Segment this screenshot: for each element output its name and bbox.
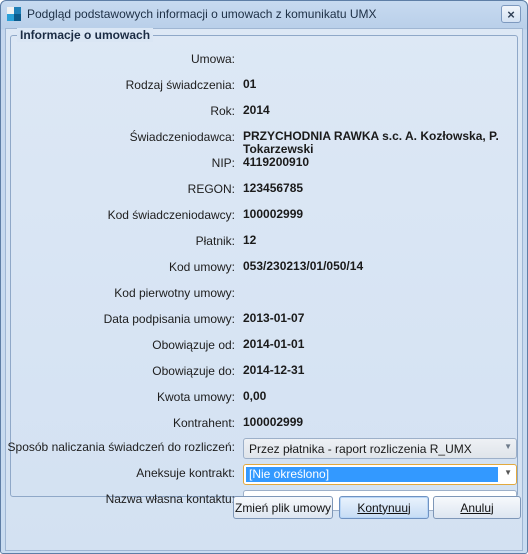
field-value: 4119200910 xyxy=(243,155,310,169)
group-title: Informacje o umowach xyxy=(17,28,154,42)
close-icon: × xyxy=(507,6,515,22)
field-label: Obowiązuje od: xyxy=(152,338,235,352)
field-value: 100002999 xyxy=(243,207,304,221)
field-row-valid-from: Obowiązuje od: 2014-01-01 xyxy=(11,336,517,356)
field-row-payer: Płatnik: 12 xyxy=(11,232,517,252)
field-value: 123456785 xyxy=(243,181,304,195)
field-value: 053/230213/01/050/14 xyxy=(243,259,364,273)
field-label: Kod świadczeniodawcy: xyxy=(107,208,235,222)
field-label: Obowiązuje do: xyxy=(152,364,235,378)
field-value: 2014-01-01 xyxy=(243,337,305,351)
field-label: Kod pierwotny umowy: xyxy=(114,286,235,300)
chevron-down-icon: ▼ xyxy=(504,442,512,451)
field-value: 2013-01-07 xyxy=(243,311,305,325)
field-row-provider: Świadczeniodawca: PRZYCHODNIA RAWKA s.c.… xyxy=(11,128,517,156)
annex-select[interactable]: [Nie określono] ▼ xyxy=(243,464,517,485)
field-row-year: Rok: 2014 xyxy=(11,102,517,122)
field-value: 2014-12-31 xyxy=(243,363,305,377)
own-name-label: Nazwa własna kontaktu: xyxy=(105,492,235,506)
change-file-label: Zmień plik umowy xyxy=(234,500,332,515)
field-label: Świadczeniodawca: xyxy=(129,130,235,144)
annex-row: Aneksuje kontrakt: [Nie określono] ▼ xyxy=(11,464,517,485)
cancel-label: Anuluj xyxy=(460,500,494,515)
settlement-value: Przez płatnika - raport rozliczenia R_UM… xyxy=(249,442,472,456)
field-label: Rok: xyxy=(210,104,235,118)
settlement-label: Sposób naliczania świadczeń do rozliczeń… xyxy=(7,440,235,454)
field-value: 0,00 xyxy=(243,389,267,403)
window-title: Podgląd podstawowych informacji o umowac… xyxy=(27,7,377,21)
field-value: 2014 xyxy=(243,103,270,117)
title-bar[interactable]: Podgląd podstawowych informacji o umowac… xyxy=(1,1,527,27)
dialog-body: Informacje o umowach Umowa: Rodzaj świad… xyxy=(5,28,523,551)
field-label: Kod umowy: xyxy=(168,260,235,274)
field-row-provider-code: Kod świadczeniodawcy: 100002999 xyxy=(11,206,517,226)
field-label: REGON: xyxy=(187,182,235,196)
settlement-select[interactable]: Przez płatnika - raport rozliczenia R_UM… xyxy=(243,438,517,459)
field-row-amount: Kwota umowy: 0,00 xyxy=(11,388,517,408)
field-label: NIP: xyxy=(211,156,235,170)
field-row-signing-date: Data podpisania umowy: 2013-01-07 xyxy=(11,310,517,330)
field-value: 100002999 xyxy=(243,415,304,429)
chevron-down-icon: ▼ xyxy=(504,468,512,477)
annex-value: [Nie określono] xyxy=(246,467,498,482)
contract-info-group: Informacje o umowach Umowa: Rodzaj świad… xyxy=(7,28,518,511)
field-value: PRZYCHODNIA RAWKA s.c. A. Kozłowska, P. … xyxy=(243,129,499,156)
app-icon xyxy=(7,7,21,21)
field-row-regon: REGON: 123456785 xyxy=(11,180,517,200)
field-row-original-code: Kod pierwotny umowy: xyxy=(11,284,517,304)
continue-label: Kontynuuj xyxy=(357,500,411,515)
field-label: Kwota umowy: xyxy=(156,390,235,404)
field-row-valid-to: Obowiązuje do: 2014-12-31 xyxy=(11,362,517,382)
field-row-contract: Umowa: xyxy=(11,50,517,70)
field-label: Kontrahent: xyxy=(172,416,235,430)
settlement-row: Sposób naliczania świadczeń do rozliczeń… xyxy=(7,438,517,459)
field-row-benefit-type: Rodzaj świadczenia: 01 xyxy=(11,76,517,96)
field-row-contractor: Kontrahent: 100002999 xyxy=(11,414,517,434)
field-label: Data podpisania umowy: xyxy=(103,312,235,326)
cancel-button[interactable]: Anuluj xyxy=(433,496,521,519)
field-value: 12 xyxy=(243,233,257,247)
field-label: Rodzaj świadczenia: xyxy=(125,78,235,92)
continue-button[interactable]: Kontynuuj xyxy=(339,496,429,519)
field-row-contract-code: Kod umowy: 053/230213/01/050/14 xyxy=(11,258,517,278)
field-row-nip: NIP: 4119200910 xyxy=(11,154,517,174)
annex-label: Aneksuje kontrakt: xyxy=(136,466,235,480)
field-label: Umowa: xyxy=(190,52,235,66)
field-value: 01 xyxy=(243,77,257,91)
change-file-button[interactable]: Zmień plik umowy xyxy=(233,496,333,519)
close-button[interactable]: × xyxy=(501,5,521,23)
dialog-window: Podgląd podstawowych informacji o umowac… xyxy=(0,0,528,554)
field-label: Płatnik: xyxy=(195,234,235,248)
